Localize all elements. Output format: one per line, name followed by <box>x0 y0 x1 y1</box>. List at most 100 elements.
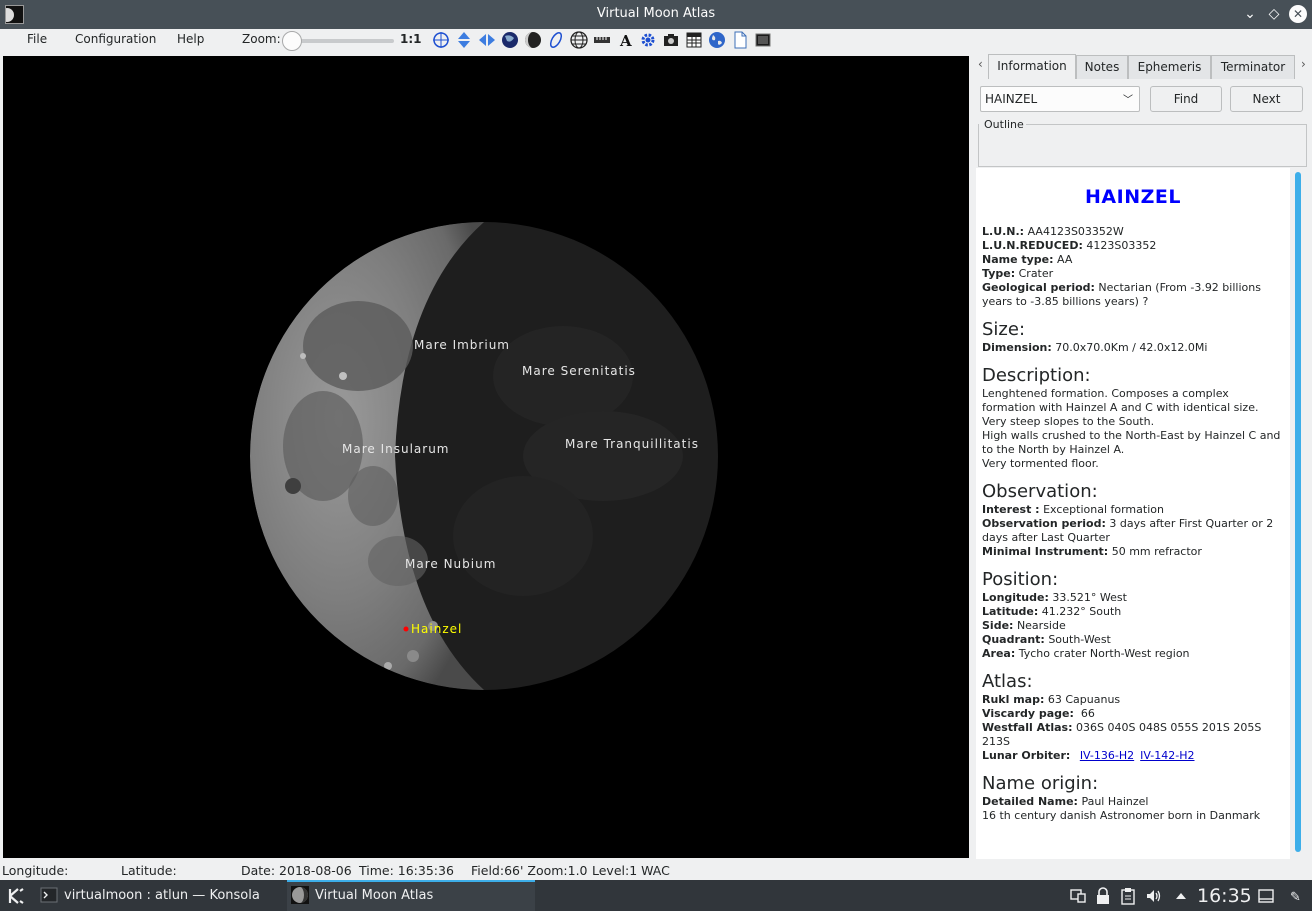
orbiter-link[interactable]: IV-142-H2 <box>1140 749 1194 762</box>
menu-help[interactable]: Help <box>177 32 204 46</box>
tab-notes[interactable]: Notes <box>1076 55 1128 79</box>
center-target-icon[interactable] <box>432 31 450 49</box>
libration-icon[interactable] <box>547 31 565 49</box>
formation-search-value: HAINZEL <box>985 92 1038 106</box>
minimize-icon[interactable]: ⌄ <box>1240 4 1260 24</box>
name-type-row: Name type: AA <box>982 253 1073 266</box>
svg-text:A: A <box>619 32 632 49</box>
rukl-row: Rukl map: 63 Capuanus <box>982 693 1121 706</box>
application-launcher-icon[interactable] <box>6 886 26 906</box>
observation-heading: Observation: <box>982 481 1098 502</box>
menu-configuration[interactable]: Configuration <box>75 32 156 46</box>
tab-ephemeris[interactable]: Ephemeris <box>1128 55 1211 79</box>
map-label-mare-tranquillitatis[interactable]: Mare Tranquillitatis <box>565 437 699 451</box>
title-bar: Virtual Moon Atlas ⌄ ◇ ✕ <box>0 0 1312 29</box>
chevron-down-icon[interactable]: ﹀ <box>1123 91 1133 106</box>
tab-information[interactable]: Information <box>988 54 1076 79</box>
scale-ruler-icon[interactable] <box>593 31 611 49</box>
latitude-row: Latitude: 41.232° South <box>982 605 1122 618</box>
dimension-row: Dimension: 70.0x70.0Km / 42.0x12.0Mi <box>982 341 1208 354</box>
viscardy-row: Viscardy page: 66 <box>982 707 1095 720</box>
atlas-heading: Atlas: <box>982 671 1033 692</box>
zoom-one-to-one-button[interactable]: 1:1 <box>400 32 422 46</box>
labels-font-icon[interactable]: A <box>617 31 635 49</box>
status-level: Level:1 WAC <box>592 863 670 878</box>
lun-reduced-row: L.U.N.REDUCED: 4123S03352 <box>982 239 1157 252</box>
map-label-mare-imbrium[interactable]: Mare Imbrium <box>414 338 510 352</box>
find-button[interactable]: Find <box>1150 86 1222 112</box>
show-desktop-icon[interactable] <box>1257 887 1275 905</box>
formation-title: HAINZEL <box>1085 186 1181 208</box>
tab-terminator[interactable]: Terminator <box>1211 55 1295 79</box>
earth-globe-icon[interactable] <box>708 31 726 49</box>
type-row: Type: Crater <box>982 267 1054 280</box>
window-title: Virtual Moon Atlas <box>596 6 716 21</box>
hainzel-marker[interactable] <box>403 626 409 632</box>
close-icon[interactable]: ✕ <box>1289 5 1307 23</box>
grid-icon[interactable] <box>570 31 588 49</box>
status-longitude: Longitude: <box>2 863 69 878</box>
tray-expand-icon[interactable] <box>1172 887 1190 905</box>
map-label-mare-nubium[interactable]: Mare Nubium <box>405 557 496 571</box>
description-heading: Description: <box>982 365 1091 386</box>
info-scrollbar[interactable] <box>1290 168 1306 859</box>
orbiter-link[interactable]: IV-136-H2 <box>1080 749 1134 762</box>
moon-globe[interactable] <box>3 56 969 858</box>
zoom-slider-handle[interactable] <box>282 31 302 51</box>
status-bar: Longitude: Latitude: Date: 2018-08-06 Ti… <box>0 860 1312 880</box>
information-pane: HAINZEL L.U.N.: AA4123S03352W L.U.N.REDU… <box>976 168 1290 859</box>
flip-vertical-icon[interactable] <box>455 31 473 49</box>
task-virtual-moon-atlas[interactable]: Virtual Moon Atlas <box>287 880 535 911</box>
info-scrollbar-thumb[interactable] <box>1295 172 1301 852</box>
lunar-orbiter-row: Lunar Orbiter: IV-136-H2 IV-142-H2 <box>982 749 1195 762</box>
clipboard-icon[interactable] <box>1119 887 1137 905</box>
detailed-name-row: Detailed Name: Paul Hainzel <box>982 795 1149 808</box>
description-line: Lenghtened formation. Composes a complex… <box>982 387 1259 414</box>
calendar-icon[interactable] <box>685 31 703 49</box>
map-label-mare-insularum[interactable]: Mare Insularum <box>342 442 450 456</box>
fullscreen-icon[interactable] <box>754 31 772 49</box>
settings-gear-icon[interactable] <box>639 31 657 49</box>
lock-icon[interactable] <box>1094 887 1112 905</box>
flip-horizontal-icon[interactable] <box>478 31 496 49</box>
westfall-row: Westfall Atlas: 036S 040S 048S 055S 201S… <box>982 721 1262 748</box>
document-icon[interactable] <box>731 31 749 49</box>
menu-file[interactable]: File <box>27 32 47 46</box>
keep-above-icon[interactable]: ◇ <box>1264 4 1284 24</box>
longitude-row: Longitude: 33.521° West <box>982 591 1127 604</box>
map-label-hainzel[interactable]: Hainzel <box>411 622 462 636</box>
volume-icon[interactable] <box>1145 887 1163 905</box>
status-field-zoom: Field:66' Zoom:1.0 <box>471 863 588 878</box>
panel-options-icon[interactable]: ✎ <box>1288 887 1306 905</box>
outline-label: Outline <box>982 118 1026 131</box>
minimal-instrument-row: Minimal Instrument: 50 mm refractor <box>982 545 1202 558</box>
terminal-icon <box>40 886 58 904</box>
size-heading: Size: <box>982 319 1026 340</box>
task-konsole[interactable]: virtualmoon : atlun — Konsola <box>36 880 282 911</box>
origin-text: 16 th century danish Astronomer born in … <box>982 809 1261 822</box>
task-label: virtualmoon : atlun — Konsola <box>64 888 260 903</box>
display-config-icon[interactable] <box>1069 887 1087 905</box>
clock[interactable]: 16:35 <box>1197 885 1252 907</box>
status-date: Date: 2018-08-06 <box>241 863 352 878</box>
tab-scroll-right-icon[interactable]: › <box>1301 57 1306 71</box>
moon-map-view[interactable]: Mare Imbrium Mare Serenitatis Mare Insul… <box>3 56 969 858</box>
description-line: Very steep slopes to the South. <box>982 415 1155 428</box>
status-time: Time: 16:35:36 <box>359 863 454 878</box>
description-line: Very tormented floor. <box>982 457 1099 470</box>
interest-row: Interest : Exceptional formation <box>982 503 1164 516</box>
moon-app-icon <box>291 886 309 904</box>
taskbar: virtualmoon : atlun — Konsola Virtual Mo… <box>0 880 1312 911</box>
next-button[interactable]: Next <box>1230 86 1303 112</box>
map-label-mare-serenitatis[interactable]: Mare Serenitatis <box>522 364 636 378</box>
globe-view-icon[interactable] <box>501 31 519 49</box>
tab-scroll-left-icon[interactable]: ‹ <box>978 57 983 71</box>
area-row: Area: Tycho crater North-West region <box>982 647 1190 660</box>
lun-row: L.U.N.: AA4123S03352W <box>982 225 1124 238</box>
formation-search-combo[interactable]: HAINZEL ﹀ <box>980 86 1140 112</box>
side-row: Side: Nearside <box>982 619 1066 632</box>
phase-icon[interactable] <box>524 31 542 49</box>
svg-text:✎: ✎ <box>1290 890 1301 905</box>
position-heading: Position: <box>982 569 1059 590</box>
camera-icon[interactable] <box>662 31 680 49</box>
